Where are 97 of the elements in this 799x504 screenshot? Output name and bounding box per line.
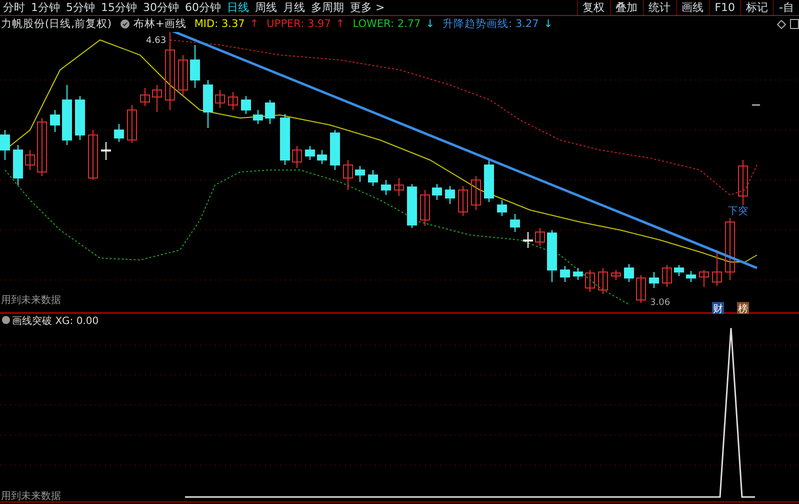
- info-badge[interactable]: 财: [712, 302, 724, 315]
- candlestick: [178, 54, 188, 96]
- candlestick: [280, 114, 290, 166]
- period-tab[interactable]: 60分钟: [182, 0, 224, 15]
- candlestick: [497, 200, 507, 216]
- square-icon[interactable]: [790, 19, 799, 29]
- indicator-value: UPPER: 3.97: [266, 18, 331, 30]
- candlestick: [101, 142, 111, 160]
- signal-label: 下突: [728, 206, 748, 217]
- candlestick: [445, 186, 455, 204]
- trend-arrow: ↑: [334, 18, 345, 30]
- candlestick: [215, 90, 225, 108]
- pane-title: 画线突破 XG: 0.00: [12, 316, 99, 327]
- candlestick: [560, 266, 570, 282]
- candlestick: [368, 170, 378, 186]
- candlestick: [127, 104, 137, 144]
- period-tab[interactable]: 周线: [252, 0, 280, 15]
- indicator-value: MID: 3.37: [193, 18, 245, 30]
- period-tab[interactable]: 月线: [280, 0, 308, 15]
- future-data-note: 用到未来数据: [1, 295, 61, 306]
- period-tab[interactable]: 分时: [0, 0, 28, 15]
- candlestick: [649, 272, 659, 288]
- indicator-name: 布林+画线: [134, 17, 186, 31]
- indicator-value: LOWER: 2.77: [352, 18, 421, 30]
- indicator-value: 升降趋势画线: 3.27: [442, 17, 539, 31]
- candlestick: [674, 264, 684, 276]
- candlestick: [62, 84, 72, 146]
- candlestick: [330, 130, 340, 170]
- candlestick: [203, 80, 213, 128]
- candlestick: [88, 130, 98, 180]
- trend-arrow: ↑: [248, 18, 259, 30]
- candlestick: [686, 270, 696, 282]
- candlestick: [140, 88, 150, 106]
- toolbar-button[interactable]: 标记: [740, 0, 774, 15]
- candlestick: [523, 232, 533, 248]
- candlestick: [253, 110, 263, 124]
- candlestick: [484, 160, 494, 202]
- candlestick: [305, 146, 315, 160]
- candlestick: [355, 166, 365, 182]
- candlestick: [13, 144, 23, 186]
- candlestick: [662, 264, 672, 288]
- low-price-label: 3.06: [650, 298, 670, 308]
- candlestick: [50, 110, 60, 132]
- candlestick: [0, 130, 10, 160]
- candlestick: [432, 184, 442, 200]
- candlestick: [37, 118, 47, 176]
- period-tab[interactable]: 15分钟: [98, 0, 140, 15]
- candlestick: [699, 270, 709, 288]
- candlestick: [712, 250, 722, 286]
- toolbar-button[interactable]: 复权: [576, 0, 610, 15]
- candlestick: [381, 180, 391, 196]
- stock-title: 力帆股份(日线,前复权): [1, 17, 112, 31]
- candlestick: [265, 100, 275, 124]
- candlestick: [152, 84, 162, 112]
- candlestick: [25, 150, 35, 170]
- period-tab[interactable]: 更多 >: [347, 0, 388, 15]
- candlestick: [725, 218, 735, 280]
- toolbar-button[interactable]: 统计: [642, 0, 676, 15]
- candlestick: [636, 274, 646, 304]
- candlestick: [598, 268, 608, 294]
- trend-arrow: ↓: [542, 18, 553, 30]
- toolbar-button[interactable]: 画线: [676, 0, 709, 15]
- candlestick: [573, 268, 583, 280]
- candlestick: [343, 160, 353, 190]
- candlestick: [624, 264, 634, 282]
- candlestick: [738, 160, 748, 206]
- candlestick: [114, 124, 124, 142]
- candlestick: [228, 92, 238, 110]
- future-data-note: 用到未来数据: [1, 491, 61, 502]
- candlestick: [510, 214, 520, 232]
- candlestick: [317, 150, 327, 164]
- candlestick: [547, 230, 557, 282]
- diamond-icon[interactable]: [777, 20, 786, 28]
- period-tab[interactable]: 多周期: [308, 0, 347, 15]
- candlestick: [190, 44, 200, 88]
- candlestick: [611, 270, 621, 280]
- candlestick: [407, 184, 417, 228]
- candlestick: [394, 178, 404, 196]
- period-tab[interactable]: 1分钟: [28, 0, 63, 15]
- period-tab[interactable]: 日线: [224, 0, 252, 15]
- candlestick: [292, 146, 302, 168]
- trend-arrow: ↓: [424, 18, 435, 30]
- toolbar-button[interactable]: F10: [708, 0, 740, 15]
- candlestick: [471, 176, 481, 210]
- candlestick: [585, 270, 595, 292]
- candlestick: [420, 190, 430, 226]
- candlestick: [458, 186, 468, 216]
- info-badge[interactable]: 榜: [737, 302, 749, 315]
- candlestick: [75, 96, 85, 140]
- toolbar-button[interactable]: 叠加: [610, 0, 643, 15]
- period-tab[interactable]: 5分钟: [63, 0, 98, 15]
- period-tab[interactable]: 30分钟: [140, 0, 182, 15]
- candlestick: [241, 96, 251, 114]
- high-price-label: 4.63: [146, 36, 166, 46]
- candlestick: [535, 228, 545, 246]
- marker-dash: [752, 104, 760, 106]
- toolbar-button[interactable]: -自: [773, 0, 799, 15]
